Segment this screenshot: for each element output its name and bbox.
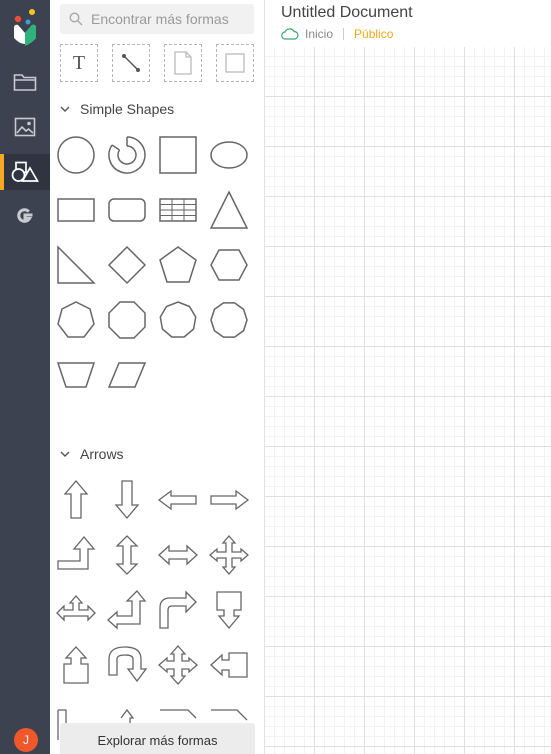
shape-arrow-u-turn[interactable]	[107, 645, 148, 685]
search-icon	[69, 12, 83, 26]
shape-arrow-right[interactable]	[209, 480, 250, 520]
text-tool-glyph: T	[72, 51, 86, 74]
shape-parallelogram[interactable]	[107, 355, 147, 395]
shape-square[interactable]	[158, 135, 198, 175]
shape-arrow-curve-right[interactable]	[158, 590, 198, 630]
chevron-down-icon	[60, 451, 70, 457]
shape-arrow-quad-alt[interactable]	[158, 645, 198, 685]
line-icon	[122, 54, 140, 72]
text-tool[interactable]: T	[60, 44, 98, 82]
shape-triangle[interactable]	[209, 190, 249, 230]
line-tool[interactable]	[112, 44, 150, 82]
shape-ellipse[interactable]	[209, 135, 249, 175]
shape-right-triangle[interactable]	[56, 245, 96, 285]
shape-arrow-callout-up[interactable]	[56, 645, 96, 685]
shapes-panel: T Simple Shapes	[50, 0, 265, 754]
document-title[interactable]: Untitled Document	[281, 4, 413, 22]
shape-arrow-left-right[interactable]	[158, 535, 198, 575]
google-icon	[17, 208, 33, 223]
breadcrumb-home-link[interactable]: Inicio	[305, 27, 333, 41]
shape-arrow-turn-up[interactable]	[56, 535, 96, 575]
shape-heptagon[interactable]	[56, 300, 96, 340]
folder-nav-button[interactable]	[0, 64, 50, 100]
cloud-icon	[281, 28, 299, 40]
shape-table[interactable]	[158, 190, 198, 230]
section-header-arrows[interactable]: Arrows	[60, 446, 124, 462]
shape-ring[interactable]	[107, 135, 147, 175]
image-nav-button[interactable]	[0, 109, 50, 145]
shape-arrow-up[interactable]	[56, 479, 96, 520]
folder-icon	[13, 74, 37, 91]
shapes-icon	[11, 161, 39, 182]
shape-search[interactable]	[60, 4, 254, 34]
shape-nonagon[interactable]	[158, 300, 198, 340]
breadcrumb-separator	[343, 28, 345, 40]
breadcrumb: Inicio Público	[281, 27, 393, 41]
section-header-simple-shapes[interactable]: Simple Shapes	[60, 101, 174, 117]
drawing-canvas[interactable]	[265, 47, 551, 754]
shape-arrow-quad[interactable]	[209, 535, 249, 575]
shape-decagon[interactable]	[209, 300, 249, 340]
section-label: Arrows	[80, 446, 124, 462]
document-icon	[174, 51, 192, 75]
shape-rectangle[interactable]	[56, 190, 96, 230]
document-tool[interactable]	[164, 44, 202, 82]
app-logo[interactable]	[10, 6, 40, 52]
shape-pentagon[interactable]	[158, 245, 198, 285]
shape-arrow-callout-left[interactable]	[209, 645, 249, 685]
explore-more-shapes-button[interactable]: Explorar más formas	[60, 723, 255, 754]
google-nav-button[interactable]	[0, 199, 50, 235]
user-avatar[interactable]: J	[14, 728, 38, 752]
left-rail: J	[0, 0, 50, 754]
shape-arrow-up-down[interactable]	[107, 535, 147, 575]
shape-arrow-corner-up-left[interactable]	[107, 590, 147, 630]
shape-arrow-left[interactable]	[157, 480, 198, 520]
shape-hexagon[interactable]	[209, 245, 249, 285]
shape-circle[interactable]	[56, 135, 96, 175]
container-tool[interactable]	[216, 44, 254, 82]
search-input[interactable]	[89, 10, 253, 28]
shapes-nav-button[interactable]	[0, 154, 50, 190]
shape-trapezoid[interactable]	[56, 355, 96, 395]
visibility-status-link[interactable]: Público	[354, 27, 393, 41]
container-icon	[225, 53, 245, 73]
shape-diamond[interactable]	[107, 245, 147, 285]
shape-octagon[interactable]	[107, 300, 147, 340]
section-label: Simple Shapes	[80, 101, 175, 117]
chevron-down-icon	[60, 106, 70, 112]
image-icon	[14, 117, 36, 137]
shape-arrow-tri-up[interactable]	[56, 590, 96, 630]
shape-rounded-rectangle[interactable]	[107, 190, 147, 230]
shape-arrow-callout-down[interactable]	[209, 590, 249, 630]
shape-arrow-down[interactable]	[107, 480, 147, 520]
